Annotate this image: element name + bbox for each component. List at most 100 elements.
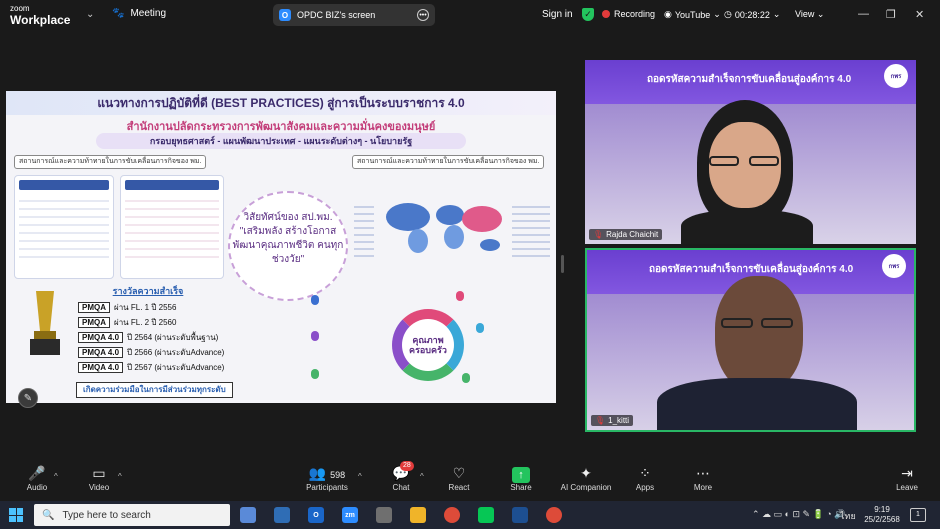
award-row: PMQA 4.0 ปี 2566 (ผ่านระดับAdvance) <box>78 346 224 359</box>
chat-button[interactable]: 💬 28 Chat <box>388 461 414 492</box>
panel-header-bar <box>125 180 219 190</box>
line-app-icon[interactable] <box>478 507 494 523</box>
participants-options-chevron[interactable]: ^ <box>358 472 362 481</box>
leave-icon: ⇥ <box>901 465 913 481</box>
participant-body <box>681 210 813 244</box>
diagram-chip <box>476 323 484 333</box>
react-button[interactable]: ♡ React <box>446 463 472 492</box>
zoom-app-icon[interactable]: zm <box>342 507 358 523</box>
video-button[interactable]: ▭ Video <box>84 463 114 492</box>
chrome-profile-icon[interactable] <box>546 507 562 523</box>
left-section-heading: สถานการณ์และความท้าทายในการขับเคลื่อนภาร… <box>14 155 207 169</box>
sparkle-icon: ✦ <box>580 465 592 481</box>
participant-name: Rajda Chaichit <box>606 230 659 239</box>
taskbar-clock[interactable]: 9:19 25/2/2568 <box>862 505 902 525</box>
windows-start-icon[interactable] <box>9 508 23 522</box>
video-tile-active-speaker[interactable]: ถอดรหัสความสำเร็จการขับเคลื่อนสู่องค์การ… <box>585 248 916 432</box>
ai-companion-button[interactable]: ✦ AI Companion <box>556 463 616 492</box>
file-explorer-icon[interactable] <box>410 507 426 523</box>
youtube-stream-button[interactable]: ◉ YouTube ⌄ <box>664 9 721 20</box>
award-row: PMQA 4.0 ปี 2567 (ผ่านระดับAdvance) <box>78 361 224 374</box>
input-language[interactable]: ไทย <box>840 509 856 523</box>
video-options-chevron[interactable]: ^ <box>118 472 122 481</box>
close-icon[interactable]: ✕ <box>915 8 924 21</box>
org-logo: กพร <box>882 254 906 278</box>
chat-options-chevron[interactable]: ^ <box>420 472 424 481</box>
outlook-icon[interactable]: O <box>308 507 324 523</box>
taskbar-search-input[interactable]: 🔍 Type here to search <box>34 504 230 526</box>
meeting-timer[interactable]: ◷ 00:28:22 ⌄ <box>724 9 780 20</box>
slide-footer: เกิดความร่วมมือในการมีส่วนร่วมทุกระดับ <box>76 382 233 398</box>
panel-text-lines <box>125 194 219 264</box>
camera-icon: ▭ <box>92 465 106 481</box>
participant-name-tag: 🎙 Rajda Chaichit <box>589 229 663 240</box>
participants-button[interactable]: 👥 598 Participants <box>302 463 352 492</box>
meeting-info-button[interactable]: 🐾 Meeting <box>112 8 166 19</box>
map-legend-right <box>512 201 550 261</box>
diagram-chip <box>456 291 464 301</box>
recording-label: Recording <box>614 9 656 19</box>
shield-check-icon[interactable]: ✓ <box>582 8 594 21</box>
sharer-avatar: O <box>279 9 291 21</box>
more-icon[interactable]: ••• <box>417 9 429 21</box>
restore-icon[interactable]: ❐ <box>886 8 896 21</box>
mic-muted-icon: 🎤 <box>28 465 46 481</box>
apps-button[interactable]: ⁘ Apps <box>632 463 658 492</box>
screen-share-indicator[interactable]: O OPDC BIZ's screen ••• <box>273 4 435 26</box>
calculator-icon[interactable] <box>376 507 392 523</box>
zoom-logo: zoom Workplace <box>10 4 71 27</box>
audio-options-chevron[interactable]: ^ <box>54 472 58 481</box>
minimize-icon[interactable]: — <box>858 8 869 20</box>
video-tile[interactable]: ถอดรหัสความสำเร็จการขับเคลื่อนสู่องค์การ… <box>585 60 916 244</box>
family-quality-ring: คุณภาพ ครอบครัว <box>392 309 464 381</box>
share-button[interactable]: ↑ Share <box>506 463 536 492</box>
glasses <box>709 156 739 166</box>
view-button[interactable]: View ⌄ <box>795 9 824 20</box>
audio-button[interactable]: 🎤 Audio <box>22 463 52 492</box>
award-row: PMQA ผ่าน FL. 1 ปี 2556 <box>78 301 176 314</box>
diagram-chip <box>311 331 319 341</box>
glasses <box>761 318 793 328</box>
leave-button[interactable]: ⇥ Leave <box>892 463 922 492</box>
meeting-toolbar: 🎤 Audio ^ ▭ Video ^ 👥 598 Participants ^… <box>0 459 940 501</box>
chevron-down-icon[interactable]: ⌄ <box>86 9 94 20</box>
video-banner: ถอดรหัสความสำเร็จการขับเคลื่อนสู่องค์การ… <box>585 60 916 104</box>
screen-share-label: OPDC BIZ's screen <box>297 10 376 20</box>
notification-icon[interactable]: 1 <box>910 508 926 522</box>
tray-icons[interactable]: ⌃ ☁ ▭ ◐ ⊡ ✎ 🔋 ◔ 🔊 <box>752 509 845 520</box>
participants-icon: 👥 598 <box>308 465 346 481</box>
panel-text-lines <box>19 194 109 264</box>
diagram-chip <box>462 373 470 383</box>
challenge-panel-2 <box>120 175 224 279</box>
edge-icon[interactable] <box>274 507 290 523</box>
heart-icon: ♡ <box>452 465 466 481</box>
resize-handle[interactable] <box>561 255 564 273</box>
diagram-chip <box>311 369 319 379</box>
annotate-icon[interactable]: ✎ <box>18 388 38 408</box>
vision-circle: วิสัยทัศน์ของ สป.พม. "เสริมพลัง สร้างโอก… <box>228 191 348 301</box>
mic-muted-icon: 🎙 <box>593 230 604 239</box>
record-dot-icon <box>602 10 610 18</box>
mic-muted-icon: 🎙 <box>595 416 606 425</box>
trophy-icon <box>28 291 62 361</box>
meeting-label: Meeting <box>130 8 167 19</box>
participant-name-tag: 🎙 1_kitti <box>591 415 634 426</box>
copilot-icon[interactable] <box>240 507 256 523</box>
glasses <box>749 156 779 166</box>
more-button[interactable]: ⋯ More <box>688 463 718 492</box>
slide-title: แนวทางการปฏิบัติที่ดี (BEST PRACTICES) ส… <box>6 91 556 115</box>
windows-taskbar: 🔍 Type here to search O zm ⌃ ☁ ▭ ◐ ⊡ ✎ 🔋… <box>0 501 940 529</box>
chat-unread-badge: 28 <box>400 461 414 471</box>
slide-framework: กรอบยุทธศาสตร์ - แผนพัฒนาประเทศ - แผนระด… <box>96 133 466 149</box>
paw-icon: 🐾 <box>112 8 125 19</box>
stream-icon: ◉ <box>664 9 672 19</box>
chevron-down-icon: ⌄ <box>772 9 781 19</box>
award-title: รางวัลความสำเร็จ <box>112 286 184 296</box>
apps-icon: ⁘ <box>639 465 651 481</box>
sign-in-link[interactable]: Sign in <box>542 9 573 20</box>
recording-indicator[interactable]: Recording <box>602 9 655 19</box>
app-icon[interactable] <box>512 507 528 523</box>
share-screen-icon: ↑ <box>512 467 530 483</box>
chrome-icon[interactable] <box>444 507 460 523</box>
participant-name: 1_kitti <box>608 416 630 425</box>
